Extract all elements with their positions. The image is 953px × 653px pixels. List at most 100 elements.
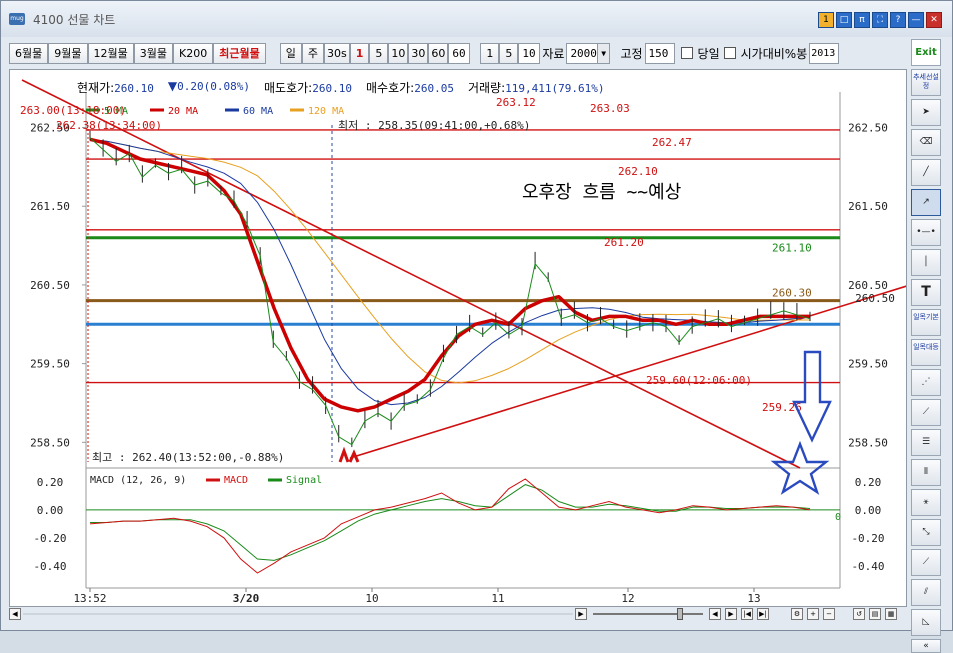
print-icon[interactable]: ▤ [869,608,881,620]
tab-recent[interactable]: 최근월물 [213,42,266,64]
tab-10min[interactable]: 10 [388,42,409,64]
pointer-icon[interactable]: ➤ [911,99,941,126]
tick-input[interactable]: 10 [518,42,541,64]
y-tick-label-right: 261.50 [848,200,888,213]
text-tool-icon[interactable]: T [911,279,941,306]
settings-icon[interactable]: ⚙ [791,608,803,620]
tab-5min[interactable]: 5 [369,42,389,64]
label-263-00: 263.00(13:18:00) [20,104,126,117]
price-bars [89,130,811,448]
chart-window: mug 4100 선물 차트 1 □ π ⛶ ? — ✕ 6월물 9월물 12월… [0,0,953,653]
last-icon[interactable]: ▶| [757,608,769,620]
titlebar: mug 4100 선물 차트 1 □ π ⛶ ? — ✕ [1,1,952,37]
trendline-settings-button[interactable]: 추세선설정 [911,69,941,96]
eraser-icon[interactable]: ⌫ [911,129,941,156]
cycle-icon[interactable]: ⦀ [911,459,941,486]
x-tick-label: 13:52 [73,592,106,605]
fixed-input[interactable]: 150 [644,42,675,64]
right-y-label-260-50: 260.50 [855,292,895,305]
data-label: 자료 [542,46,565,61]
low-annotation: 최저 : 258.35(09:41:00,+0.68%) [338,119,530,132]
restore-button[interactable]: □ [836,12,852,28]
macd-y-tick-left: -0.20 [33,532,66,545]
volume: 119,411(79.61%) [505,82,605,95]
expand-button[interactable]: ⛶ [872,12,888,28]
bid-price: 260.05 [414,82,454,95]
pin-button[interactable]: π [854,12,870,28]
tab-60min[interactable]: 60 [428,42,449,64]
down-arrow-icon [792,350,832,443]
scroll-left-icon[interactable]: ◀ [9,608,21,620]
gann-icon[interactable]: ⚹ [911,489,941,516]
minimize-button[interactable]: — [908,12,924,28]
macd-line [89,478,811,574]
chevron-down-icon[interactable]: ▼ [596,43,610,63]
zoom-slider-handle[interactable] [677,608,683,620]
current-price: 260.10 [114,82,154,95]
data-count-select[interactable]: 2000 ▼ [566,42,611,64]
tab-9m[interactable]: 9월물 [48,42,88,64]
ichimoku-basic-button[interactable]: 일목기본 [911,309,941,336]
vline-icon[interactable]: │ [911,249,941,276]
hline-icon[interactable]: •—• [911,219,941,246]
speed-icon[interactable]: ⟋ [911,549,941,576]
tab-1min[interactable]: 1 [349,42,370,64]
ma5-line [89,137,811,446]
tab-3m[interactable]: 3월물 [133,42,173,64]
x-tick-label: 11 [491,592,504,605]
tab-30min[interactable]: 30 [408,42,429,64]
first-icon[interactable]: |◀ [741,608,753,620]
parallel-icon[interactable]: ⫽ [911,579,941,606]
tab-day[interactable]: 일 [279,42,302,64]
bottom-scrollbar: ◀ ▶ ◀ ▶ |◀ ▶| ⚙ + − ↺ ▤ ▦ [9,607,907,622]
y-tick-label-left: 260.50 [30,279,70,292]
tab-week[interactable]: 주 [301,42,324,64]
chart-area[interactable]: 262.50 262.50 261.50 261.50 260.50 260.50 259.… [9,69,907,607]
collapse-button[interactable]: « [911,639,941,653]
today-label: 당일 [697,46,720,61]
scroll-track[interactable] [23,613,573,615]
help-button[interactable]: ? [890,12,906,28]
reset-icon[interactable]: ↺ [853,608,865,620]
prev-icon[interactable]: ◀ [709,608,721,620]
close-button[interactable]: ✕ [926,12,942,28]
tab-12m[interactable]: 12월물 [87,42,134,64]
macd-y-tick-left: 0.20 [37,476,64,489]
macd-y-tick-left: 0.00 [37,504,64,517]
fib-fan-icon[interactable]: ⟋ [911,399,941,426]
exit-button[interactable]: Exit [911,39,941,66]
price-chart[interactable]: 262.50 262.50261.50 261.50260.50 260.50259.… [10,70,906,606]
triangle-icon[interactable]: ◺ [911,609,941,636]
save-icon[interactable]: ▦ [885,608,897,620]
next-icon[interactable]: ▶ [725,608,737,620]
tab-30s[interactable]: 30s [323,42,350,64]
current-price-label: 현재가: [77,81,115,95]
scroll-right-icon[interactable]: ▶ [575,608,587,620]
line-icon[interactable]: ╱ [911,159,941,186]
fan-icon[interactable]: ⋰ [911,369,941,396]
fib-retrace-icon[interactable]: ☰ [911,429,941,456]
x-tick-label: 10 [365,592,378,605]
minute-input[interactable]: 60 [448,42,471,64]
y-tick-label-right: 260.50 [848,279,888,292]
macd-title: MACD (12, 26, 9) [90,475,186,486]
year-input[interactable]: 2013 [809,42,840,64]
gann-fan-icon[interactable]: ⤡ [911,519,941,546]
ichimoku-equal-button[interactable]: 일목대등 [911,339,941,366]
y-tick-label-left: 261.50 [30,200,70,213]
tab-6m[interactable]: 6월물 [9,42,49,64]
zoom-out-icon[interactable]: − [823,608,835,620]
tab-tick1[interactable]: 1 [480,42,500,64]
today-checkbox[interactable] [680,47,693,59]
tab-k200[interactable]: K200 [173,42,214,64]
ask-label: 매도호가: [264,81,313,95]
arrow-line-icon[interactable]: ↗ [911,189,941,216]
timecmp-checkbox[interactable] [723,47,736,59]
tab-tick5[interactable]: 5 [499,42,519,64]
x-tick-label: 12 [621,592,634,605]
bid-label: 매수호가: [365,81,415,95]
zoom-slider-track[interactable] [593,613,703,615]
link-button[interactable]: 1 [818,12,834,28]
zoom-in-icon[interactable]: + [807,608,819,620]
data-count-value: 2000 [570,46,597,60]
